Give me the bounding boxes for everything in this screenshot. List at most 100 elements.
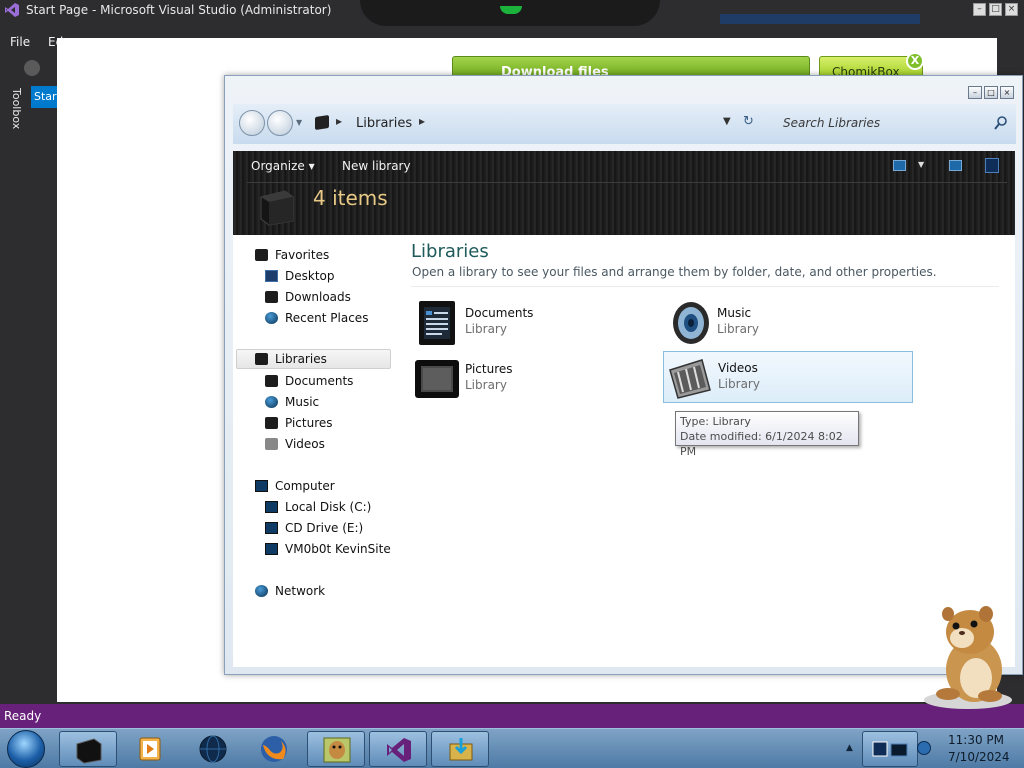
navigation-pane: Favorites Desktop Downloads Recent Place… bbox=[233, 235, 395, 667]
search-input[interactable] bbox=[781, 112, 981, 134]
status-text: Ready bbox=[4, 709, 42, 723]
nav-network[interactable]: Network bbox=[255, 581, 325, 601]
libraries-large-icon bbox=[260, 190, 294, 226]
toolbar-divider bbox=[247, 182, 1007, 183]
navigate-back-icon[interactable] bbox=[24, 60, 40, 76]
nav-local-disk[interactable]: Local Disk (C:) bbox=[265, 497, 371, 517]
libraries-explorer-window: – □ × ▼ ▸ Libraries ▸ ▼ ↻ Organize ▾ New… bbox=[224, 75, 1023, 675]
show-hidden-icons[interactable]: ▲ bbox=[846, 743, 853, 753]
refresh-icon[interactable]: ↻ bbox=[743, 114, 754, 129]
library-tile-videos[interactable]: Videos Library bbox=[663, 351, 913, 403]
library-name: Documents bbox=[465, 306, 534, 320]
clock-time[interactable]: 11:30 PM bbox=[948, 733, 1004, 747]
address-bar: ▼ ▸ Libraries ▸ ▼ ↻ bbox=[233, 104, 1016, 144]
library-tile-pictures[interactable]: Pictures Library bbox=[411, 353, 661, 405]
explorer-maximize-button[interactable]: □ bbox=[984, 86, 998, 99]
library-tile-music[interactable]: Music Library bbox=[663, 297, 913, 349]
clock-date[interactable]: 7/10/2024 bbox=[948, 750, 1010, 764]
breadcrumb-separator[interactable]: ▸ bbox=[336, 114, 342, 128]
start-button-icon[interactable] bbox=[7, 730, 45, 768]
nav-computer[interactable]: Computer bbox=[255, 476, 335, 496]
media-player-icon bbox=[139, 737, 161, 761]
item-count: 4 items bbox=[313, 186, 388, 210]
library-type: Library bbox=[465, 322, 507, 336]
new-library-button[interactable]: New library bbox=[342, 159, 411, 173]
videos-icon bbox=[265, 438, 278, 450]
command-bar: Organize ▾ New library ▼ 4 items bbox=[233, 151, 1015, 235]
recent-places-icon bbox=[265, 312, 278, 324]
breadcrumb-libraries[interactable]: Libraries bbox=[356, 116, 412, 131]
recent-pages-dropdown-icon[interactable]: ▼ bbox=[296, 118, 302, 127]
nav-videos[interactable]: Videos bbox=[265, 434, 325, 454]
organize-menu[interactable]: Organize ▾ bbox=[251, 159, 315, 173]
nav-music[interactable]: Music bbox=[265, 392, 319, 412]
videos-icon bbox=[669, 359, 711, 399]
taskbar-media-player[interactable] bbox=[120, 731, 178, 767]
explorer-close-button[interactable]: × bbox=[1000, 86, 1014, 99]
maximize-button[interactable]: □ bbox=[989, 3, 1002, 16]
address-dropdown-icon[interactable]: ▼ bbox=[723, 116, 731, 127]
breadcrumb-separator[interactable]: ▸ bbox=[419, 114, 425, 128]
documents-icon bbox=[419, 301, 455, 345]
globe-icon bbox=[199, 735, 227, 763]
downloads-icon bbox=[265, 291, 278, 303]
start-page-tab[interactable]: Start bbox=[31, 86, 57, 108]
nav-recent-places[interactable]: Recent Places bbox=[265, 308, 368, 328]
local-disk-icon bbox=[265, 501, 278, 513]
search-icon[interactable] bbox=[993, 115, 1009, 131]
view-dropdown-icon[interactable]: ▼ bbox=[918, 160, 924, 169]
nav-documents[interactable]: Documents bbox=[265, 371, 353, 391]
page-description: Open a library to see your files and arr… bbox=[412, 265, 937, 279]
nav-network-drive[interactable]: VM0b0t KevinSite bbox=[265, 539, 391, 559]
library-tile-documents[interactable]: Documents Library bbox=[411, 297, 661, 349]
taskbar-firefox[interactable] bbox=[245, 731, 303, 767]
forward-button[interactable] bbox=[267, 110, 293, 136]
nav-cd-drive[interactable]: CD Drive (E:) bbox=[265, 518, 363, 538]
libraries-icon bbox=[255, 353, 268, 365]
volume-icon[interactable] bbox=[917, 741, 931, 755]
vs-title-bar: Start Page - Microsoft Visual Studio (Ad… bbox=[0, 0, 1024, 30]
explorer-body: Favorites Desktop Downloads Recent Place… bbox=[233, 235, 1015, 667]
visual-studio-icon bbox=[387, 738, 411, 762]
taskbar-chomikbox[interactable] bbox=[307, 731, 365, 767]
documents-icon bbox=[265, 375, 278, 387]
network-drive-icon bbox=[265, 543, 278, 555]
cd-drive-icon bbox=[265, 522, 278, 534]
nav-libraries[interactable]: Libraries bbox=[236, 349, 391, 369]
vs-quick-launch[interactable] bbox=[720, 14, 920, 24]
tooltip-date: Date modified: 6/1/2024 8:02 PM bbox=[680, 430, 843, 458]
star-icon bbox=[255, 249, 268, 261]
taskbar-download-manager[interactable] bbox=[431, 731, 489, 767]
toolbox-tab[interactable]: Toolbox bbox=[10, 88, 23, 129]
tray-notification-area[interactable] bbox=[862, 731, 918, 767]
nav-favorites[interactable]: Favorites bbox=[255, 245, 329, 265]
window-title: Start Page - Microsoft Visual Studio (Ad… bbox=[26, 3, 332, 17]
change-view-icon[interactable] bbox=[893, 160, 906, 171]
computer-icon bbox=[255, 480, 268, 492]
desktop-icon bbox=[265, 270, 278, 282]
menu-file[interactable]: File bbox=[10, 35, 30, 49]
taskbar: ▲ 11:30 PM 7/10/2024 bbox=[0, 728, 1024, 768]
ad-close-icon[interactable]: X bbox=[906, 52, 924, 70]
nav-downloads[interactable]: Downloads bbox=[265, 287, 351, 307]
library-type: Library bbox=[718, 377, 760, 391]
pictures-icon bbox=[265, 417, 278, 429]
hamster-mascot-icon[interactable] bbox=[918, 600, 1024, 710]
music-icon bbox=[265, 396, 278, 408]
taskbar-network-globe[interactable] bbox=[184, 731, 242, 767]
network-status-icon bbox=[872, 741, 908, 757]
help-icon[interactable] bbox=[985, 158, 999, 173]
nav-pictures[interactable]: Pictures bbox=[265, 413, 333, 433]
explorer-minimize-button[interactable]: – bbox=[968, 86, 982, 99]
library-name: Pictures bbox=[465, 362, 513, 376]
taskbar-visual-studio[interactable] bbox=[369, 731, 427, 767]
back-button[interactable] bbox=[239, 110, 265, 136]
minimize-button[interactable]: – bbox=[973, 3, 986, 16]
library-type: Library bbox=[465, 378, 507, 392]
music-icon bbox=[673, 302, 709, 344]
item-tooltip: Type: Library Date modified: 6/1/2024 8:… bbox=[675, 411, 859, 458]
close-button[interactable]: × bbox=[1005, 3, 1018, 16]
nav-desktop[interactable]: Desktop bbox=[265, 266, 335, 286]
preview-pane-icon[interactable] bbox=[949, 160, 962, 171]
taskbar-libraries-explorer[interactable] bbox=[59, 731, 117, 767]
